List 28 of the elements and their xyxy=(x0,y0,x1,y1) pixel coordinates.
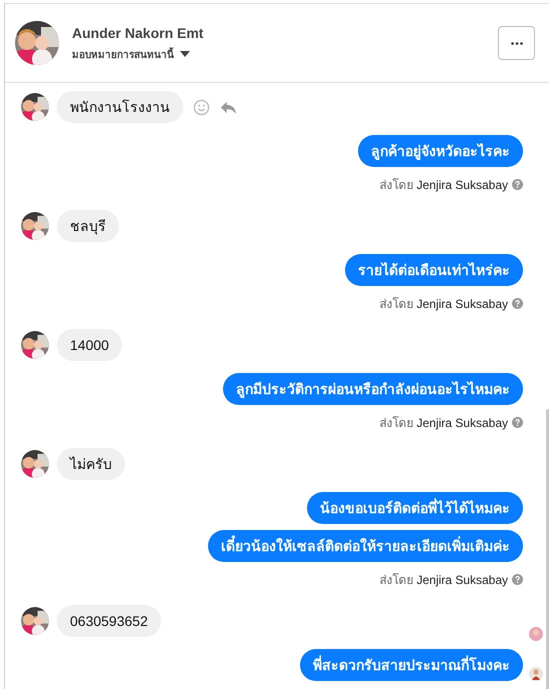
help-icon[interactable] xyxy=(512,298,523,309)
outgoing-message: ลูกมีประวัติการผ่อนหรือกำลังผ่อนอะไรไหมคะ xyxy=(223,373,523,405)
more-options-button[interactable] xyxy=(498,26,535,60)
more-icon xyxy=(510,42,522,44)
outgoing-message: พี่สะดวกรับสายประมาณกี่โมงคะ xyxy=(300,649,523,681)
seen-avatar-icon xyxy=(529,667,543,681)
caret-icon xyxy=(180,51,190,57)
incoming-message: ไม่ครับ xyxy=(57,448,125,480)
outgoing-message: ลูกค้าอยู่จังหวัดอะไรคะ xyxy=(358,135,523,167)
help-icon[interactable] xyxy=(512,574,523,585)
incoming-message: พนักงานโรงงาน xyxy=(57,91,183,123)
sent-by-label: ส่งโดย Jenjira Suksabay xyxy=(379,415,508,432)
incoming-message: ชลบุรี xyxy=(57,210,119,242)
outgoing-message: เดี๋ยวน้องให้เซลล์ติดต่อให้รายละเอียดเพิ่มเติมค่ะ xyxy=(208,530,523,562)
outgoing-message: รายได้ต่อเดือนเท่าไหร่คะ xyxy=(345,254,523,286)
sent-by-label: ส่งโดย Jenjira Suksabay xyxy=(379,177,508,194)
sent-by-label: ส่งโดย Jenjira Suksabay xyxy=(379,572,508,589)
smiley-icon[interactable] xyxy=(193,98,210,116)
help-icon[interactable] xyxy=(512,179,523,190)
sent-by-label: ส่งโดย Jenjira Suksabay xyxy=(379,296,508,313)
seen-avatar-icon xyxy=(529,627,543,641)
outgoing-message: น้องขอเบอร์ติดต่อพี่ไว้ได้ไหมคะ xyxy=(307,492,523,524)
help-icon[interactable] xyxy=(512,417,523,428)
contact-name: Aunder Nakorn Emt xyxy=(72,24,204,40)
incoming-message: 0630593652 xyxy=(57,605,161,637)
scrollbar-thumb[interactable] xyxy=(546,409,549,689)
assign-conversation-dropdown[interactable]: มอบหมายการสนทนานี้ xyxy=(72,46,190,62)
incoming-message: 14000 xyxy=(57,329,122,361)
